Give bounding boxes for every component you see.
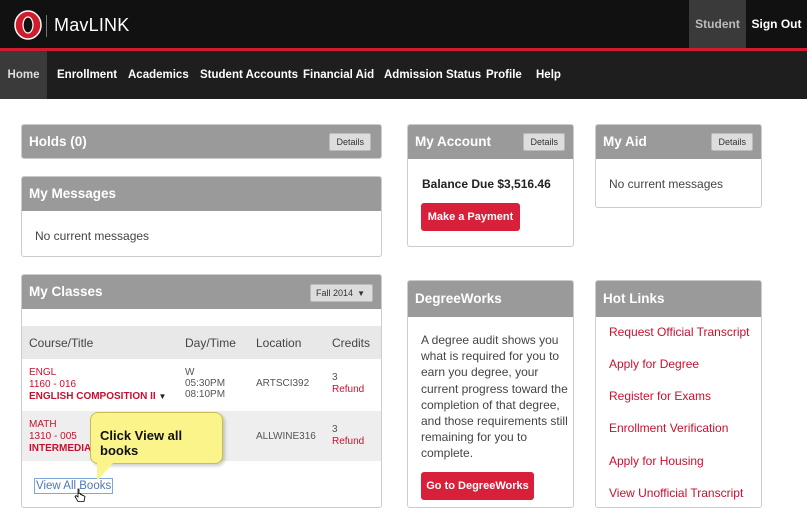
callout-text: Click View all books bbox=[100, 428, 183, 458]
desc-line: and those requirements still bbox=[421, 414, 568, 429]
desc-line: remaining for you to bbox=[421, 430, 528, 445]
nav-financial-aid[interactable]: Financial Aid bbox=[303, 51, 374, 99]
course-subject[interactable]: ENGL bbox=[29, 367, 166, 379]
callout-tail bbox=[97, 463, 113, 481]
caret-down-icon: ▼ bbox=[158, 392, 167, 401]
main-nav: Home Enrollment Academics Student Accoun… bbox=[0, 51, 807, 99]
class-time-end: 08:10PM bbox=[185, 389, 226, 400]
desc-line: earn you degree, your bbox=[421, 365, 539, 380]
student-menu[interactable]: Student bbox=[689, 0, 746, 48]
make-payment-button[interactable]: Make a Payment bbox=[421, 203, 520, 231]
account-card: My Account Details Balance Due $3,516.46… bbox=[407, 124, 574, 247]
class-credits: 3 bbox=[332, 372, 338, 383]
hotlinks-title: Hot Links bbox=[596, 281, 761, 317]
balance-due: Balance Due $3,516.46 bbox=[422, 177, 551, 191]
degreeworks-title: DegreeWorks bbox=[408, 281, 573, 317]
desc-line: current progress toward the bbox=[421, 381, 568, 396]
holds-card: Holds (0) Details bbox=[21, 124, 382, 159]
course-number[interactable]: 1160 - 016 bbox=[29, 379, 166, 391]
col-day-time: Day/Time bbox=[185, 336, 236, 350]
tooltip-callout: Click View all books bbox=[90, 412, 223, 481]
col-course-title: Course/Title bbox=[29, 336, 94, 350]
nav-profile[interactable]: Profile bbox=[486, 51, 522, 99]
aid-details-button[interactable]: Details bbox=[711, 133, 753, 151]
aid-card: My Aid Details No current messages bbox=[595, 124, 762, 208]
holds-details-button[interactable]: Details bbox=[329, 133, 371, 151]
desc-line: what is required for you to bbox=[421, 349, 560, 364]
course-title-dropdown[interactable]: ENGLISH COMPOSITION II ▼ bbox=[29, 391, 166, 403]
hotlink-register-exams[interactable]: Register for Exams bbox=[609, 389, 711, 403]
class-credits: 3 bbox=[332, 424, 338, 435]
hand-cursor-icon bbox=[74, 488, 86, 502]
nav-academics[interactable]: Academics bbox=[128, 51, 189, 99]
col-location: Location bbox=[256, 336, 302, 350]
hotlink-apply-housing[interactable]: Apply for Housing bbox=[609, 454, 704, 468]
go-to-degreeworks-button[interactable]: Go to DegreeWorks bbox=[421, 472, 534, 500]
account-details-button[interactable]: Details bbox=[523, 133, 565, 151]
term-select[interactable]: Fall 2014 ▼ bbox=[310, 284, 373, 302]
col-credits: Credits bbox=[332, 336, 371, 350]
nav-admission-status[interactable]: Admission Status bbox=[384, 51, 481, 99]
messages-empty-text: No current messages bbox=[35, 229, 150, 243]
term-select-value: Fall 2014 bbox=[316, 288, 354, 298]
holds-title: Holds (0) bbox=[22, 125, 381, 158]
brand-divider bbox=[46, 15, 47, 37]
desc-line: completion of that degree, bbox=[421, 397, 560, 412]
classes-card: My Classes Fall 2014 ▼ Course/Title Day/… bbox=[21, 274, 382, 508]
class-location: ARTSCI392 bbox=[256, 378, 310, 389]
refund-link[interactable]: Refund bbox=[332, 384, 364, 396]
course-title: ENGLISH COMPOSITION II bbox=[29, 391, 156, 402]
hotlink-enrollment-verification[interactable]: Enrollment Verification bbox=[609, 421, 728, 435]
messages-card: My Messages No current messages bbox=[21, 176, 382, 257]
nav-student-accounts[interactable]: Student Accounts bbox=[200, 51, 298, 99]
brand-title[interactable]: MavLINK bbox=[54, 15, 129, 36]
desc-line: complete. bbox=[421, 446, 474, 461]
top-bar: MavLINK Student Sign Out bbox=[0, 0, 807, 50]
sign-out-button[interactable]: Sign Out bbox=[746, 0, 807, 48]
hotlinks-card: Hot Links Request Official Transcript Ap… bbox=[595, 280, 762, 508]
uno-o-logo-icon[interactable] bbox=[14, 10, 42, 40]
nav-enrollment[interactable]: Enrollment bbox=[57, 51, 117, 99]
refund-link[interactable]: Refund bbox=[332, 436, 364, 448]
hotlink-request-transcript[interactable]: Request Official Transcript bbox=[609, 325, 750, 339]
classes-table-header: Course/Title Day/Time Location Credits bbox=[22, 326, 381, 359]
degreeworks-description: A degree audit shows you what is require… bbox=[421, 332, 568, 462]
class-location: ALLWINE316 bbox=[256, 431, 316, 442]
aid-empty-text: No current messages bbox=[609, 177, 724, 191]
desc-line: A degree audit shows you bbox=[421, 333, 559, 347]
nav-help[interactable]: Help bbox=[536, 51, 561, 99]
class-time-start: 05:30PM bbox=[185, 378, 226, 389]
hotlink-apply-degree[interactable]: Apply for Degree bbox=[609, 357, 699, 371]
hotlink-unofficial-transcript[interactable]: View Unofficial Transcript bbox=[609, 486, 743, 500]
degreeworks-card: DegreeWorks A degree audit shows you wha… bbox=[407, 280, 574, 508]
nav-home[interactable]: Home bbox=[0, 51, 47, 99]
messages-title: My Messages bbox=[22, 177, 381, 211]
chevron-down-icon: ▼ bbox=[357, 289, 365, 298]
class-day: W bbox=[185, 367, 195, 378]
table-row: ENGL 1160 - 016 ENGLISH COMPOSITION II ▼… bbox=[22, 359, 381, 411]
